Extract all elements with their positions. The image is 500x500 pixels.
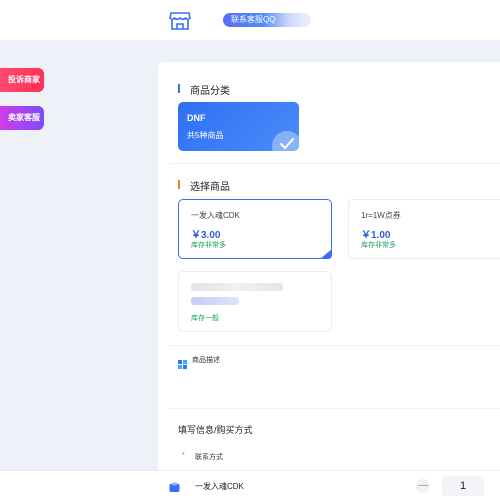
category-section-title: 商品分类: [190, 86, 230, 97]
selected-product-name: 一发入魂CDK: [195, 482, 244, 491]
bottom-purchase-bar: 一发入魂CDK — 1: [0, 470, 500, 500]
product-name: 1r=1W点券: [361, 211, 401, 220]
product-stock: 库存非常多: [361, 242, 396, 249]
contact-label: 联系方式: [195, 454, 223, 461]
blurred-product-name: [191, 283, 283, 291]
category-name: DNF: [187, 113, 206, 123]
required-mark: *: [182, 452, 185, 459]
divider: [170, 163, 500, 164]
product-stock: 库存非常多: [191, 242, 226, 249]
seller-support-button[interactable]: 卖家客服: [0, 106, 44, 130]
category-count: 共5种商品: [187, 131, 224, 140]
product-price: ￥1.00: [361, 230, 391, 241]
product-card-cdk[interactable]: 一发入魂CDK ￥3.00 库存非常多: [178, 199, 332, 259]
check-icon: [272, 131, 299, 151]
top-header: 联系客服QQ: [0, 0, 500, 40]
fill-info-title: 填写信息/购买方式: [178, 425, 253, 435]
product-card-hidden[interactable]: 库存一般: [178, 271, 332, 332]
grid-icon: [178, 356, 187, 369]
section-marker: [178, 84, 180, 93]
product-stock: 库存一般: [191, 315, 219, 322]
contact-support-pill[interactable]: 联系客服QQ: [223, 13, 311, 27]
divider: [170, 408, 500, 409]
description-label: 商品描述: [192, 357, 220, 364]
product-price: ￥3.00: [191, 230, 221, 241]
section-marker: [178, 180, 180, 189]
selected-corner-icon: [320, 249, 332, 259]
complain-button[interactable]: 投诉商家: [0, 68, 44, 92]
product-thumbnail-icon: [169, 480, 180, 492]
blurred-product-price: [191, 297, 239, 305]
store-icon[interactable]: [168, 9, 192, 33]
contact-support-label: 联系客服QQ: [231, 15, 276, 24]
quantity-decrease-button[interactable]: —: [416, 479, 430, 493]
product-section-title: 选择商品: [190, 182, 230, 193]
quantity-input[interactable]: 1: [442, 476, 484, 496]
category-card-dnf[interactable]: DNF 共5种商品: [178, 102, 299, 151]
divider: [170, 345, 500, 346]
product-card-coupon[interactable]: 1r=1W点券 ￥1.00 库存非常多: [348, 199, 500, 259]
product-name: 一发入魂CDK: [191, 211, 240, 220]
